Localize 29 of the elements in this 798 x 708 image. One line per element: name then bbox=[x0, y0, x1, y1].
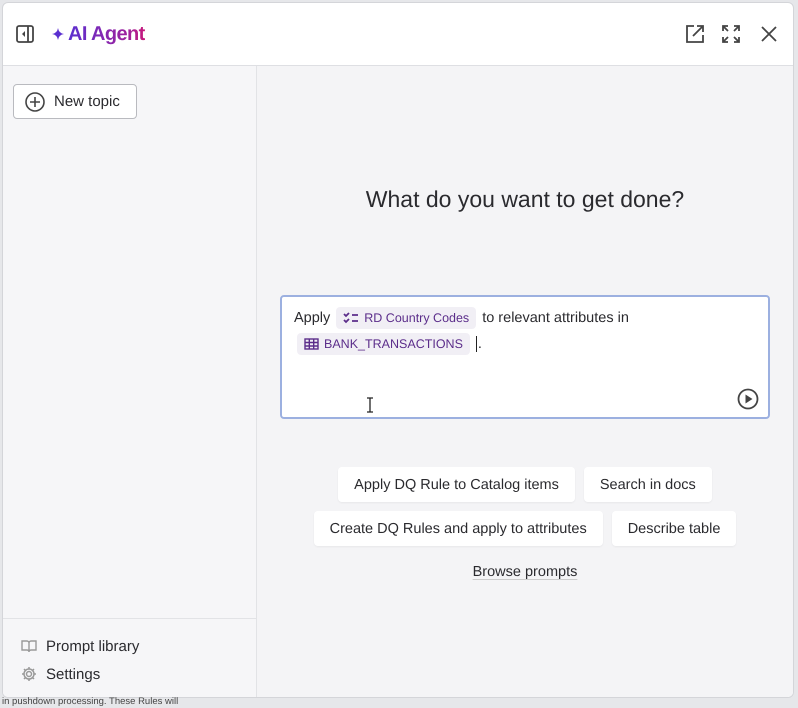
sparkle-icon bbox=[52, 28, 64, 40]
sidebar-toggle-icon[interactable] bbox=[15, 24, 35, 44]
prompt-field[interactable]: Apply RD Country Codes to relevant attributes in BANK_TRANSACTIONS . bbox=[280, 295, 770, 419]
prompt-text: Apply bbox=[294, 310, 330, 326]
expand-icon[interactable] bbox=[721, 24, 741, 44]
table-chip[interactable]: BANK_TRANSACTIONS bbox=[297, 333, 470, 356]
plus-circle-icon bbox=[25, 92, 45, 112]
text-caret bbox=[476, 336, 477, 352]
sidebar-item[interactable]: Prompt library bbox=[21, 637, 256, 655]
prompt-text: . bbox=[478, 336, 482, 352]
browse-prompts-link[interactable]: Browse prompts bbox=[472, 564, 578, 580]
suggestion-button[interactable]: Apply DQ Rule to Catalog items bbox=[338, 467, 575, 502]
send-icon[interactable] bbox=[737, 388, 759, 410]
background-text: in pushdown processing. These Rules will bbox=[2, 697, 178, 707]
suggestion-button[interactable]: Search in docs bbox=[584, 467, 712, 502]
rule-chip[interactable]: RD Country Codes bbox=[336, 307, 476, 330]
text-cursor-icon bbox=[366, 397, 374, 413]
checklist-icon bbox=[343, 312, 360, 324]
suggestion-button[interactable]: Create DQ Rules and apply to attributes bbox=[314, 511, 603, 546]
table-icon bbox=[304, 338, 319, 350]
close-icon[interactable] bbox=[761, 26, 777, 42]
new-topic-button[interactable]: New topic bbox=[13, 84, 137, 119]
prompt-text: to relevant attributes in bbox=[482, 310, 629, 326]
book-icon bbox=[21, 639, 37, 653]
settings-item[interactable]: Settings bbox=[21, 665, 256, 683]
suggestion-button[interactable]: Describe table bbox=[612, 511, 736, 546]
open-external-icon[interactable] bbox=[685, 24, 705, 44]
heading: What do you want to get done? bbox=[366, 186, 684, 213]
gear-icon bbox=[21, 666, 37, 682]
